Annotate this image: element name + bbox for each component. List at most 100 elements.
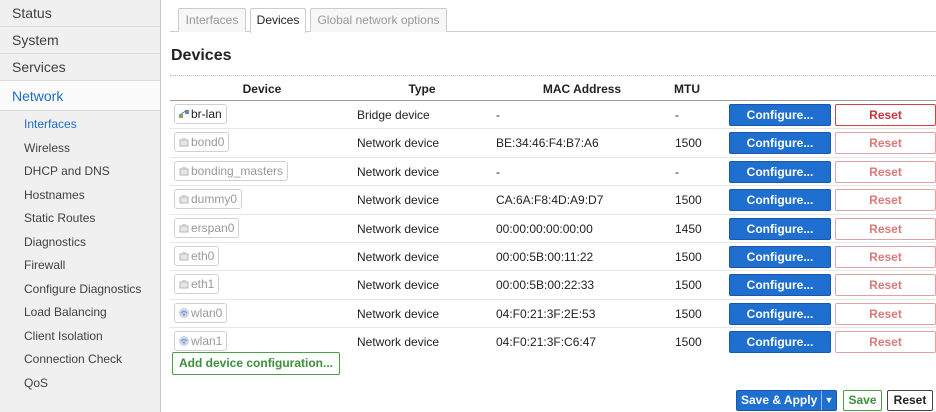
luci-app: Status System Services Network Interface…	[0, 0, 936, 412]
table-row: dummy0 Network device CA:6A:F8:4D:A9:D7 150…	[170, 185, 936, 213]
sidebar-item-firewall[interactable]: Firewall	[0, 254, 160, 278]
device-name: eth0	[191, 249, 215, 263]
table-row: br-lan Bridge device - - Configure... Reset	[170, 100, 936, 128]
device-badge: wlan0	[174, 302, 228, 323]
reset-device-button[interactable]: Reset	[835, 302, 936, 325]
device-badge: eth1	[174, 274, 220, 295]
table-row: bonding_masters Network device - - Configure…	[170, 156, 936, 185]
device-type: Network device	[357, 278, 440, 293]
save-and-apply-button[interactable]: Save & Apply ▼	[736, 390, 837, 411]
configure-button[interactable]: Configure...	[729, 331, 831, 354]
device-badge: bonding_masters	[174, 160, 289, 181]
sidebar-item-wireless[interactable]: Wireless	[0, 137, 160, 161]
sidebar-item-network[interactable]: Network	[0, 81, 160, 111]
reset-device-button[interactable]: Reset	[835, 104, 936, 126]
tab-interfaces[interactable]: Interfaces	[178, 8, 246, 32]
main-content: Interfaces Devices Global network option…	[162, 0, 936, 412]
device-mtu: 1500	[675, 278, 702, 293]
device-badge: br-lan	[174, 104, 227, 124]
device-mac: 00:00:5B:00:22:33	[496, 278, 595, 293]
tab-global-network-options[interactable]: Global network options	[310, 8, 447, 32]
bridge-icon	[178, 107, 190, 119]
device-name: wlan0	[191, 305, 223, 320]
tab-devices[interactable]: Devices	[250, 8, 306, 33]
ethernet-port-icon	[178, 164, 190, 176]
device-badge: dummy0	[174, 189, 243, 210]
table-row: eth0 Network device 00:00:5B:00:11:22 1500 C…	[170, 242, 936, 270]
device-mtu: 1500	[675, 193, 702, 208]
device-name: br-lan	[191, 107, 222, 121]
configure-button[interactable]: Configure...	[729, 160, 831, 183]
wifi-icon	[178, 306, 190, 318]
chevron-down-icon[interactable]: ▼	[821, 391, 836, 410]
table-row: eth1 Network device 00:00:5B:00:22:33 1500 C…	[170, 270, 936, 298]
device-badge: erspan0	[174, 217, 240, 238]
sidebar-item-configure-diagnostics[interactable]: Configure Diagnostics	[0, 278, 160, 302]
column-header-type: Type	[408, 82, 436, 96]
title-divider	[170, 75, 936, 76]
reset-device-button[interactable]: Reset	[835, 132, 936, 155]
sidebar-item-client-isolation[interactable]: Client Isolation	[0, 325, 160, 349]
configure-button[interactable]: Configure...	[729, 132, 831, 155]
reset-button[interactable]: Reset	[887, 390, 933, 411]
device-name: bond0	[191, 135, 225, 150]
table-row: bond0 Network device BE:34:46:F4:B7:A6 1500…	[170, 128, 936, 156]
reset-device-button[interactable]: Reset	[835, 217, 936, 240]
device-name: wlan1	[191, 334, 223, 349]
sidebar-item-interfaces[interactable]: Interfaces	[0, 113, 160, 137]
ethernet-port-icon	[178, 221, 190, 233]
sidebar: Status System Services Network Interface…	[0, 0, 161, 412]
sidebar-item-qos[interactable]: QoS	[0, 372, 160, 396]
save-button[interactable]: Save	[843, 390, 882, 411]
sidebar-item-dhcp-and-dns[interactable]: DHCP and DNS	[0, 160, 160, 184]
device-mac: 00:00:00:00:00:00	[496, 221, 593, 236]
configure-button[interactable]: Configure...	[729, 189, 831, 212]
save-and-apply-label: Save & Apply	[741, 393, 818, 407]
device-mtu: 1500	[675, 335, 702, 350]
section-title: Devices	[171, 47, 232, 64]
column-header-device: Device	[242, 82, 282, 96]
sidebar-item-load-balancing[interactable]: Load Balancing	[0, 301, 160, 325]
device-mac: 04:F0:21:3F:C6:47	[496, 335, 597, 350]
device-badge: bond0	[174, 132, 230, 153]
device-badge: wlan1	[174, 331, 228, 352]
ethernet-port-icon	[178, 249, 190, 261]
add-device-configuration-button[interactable]: Add device configuration...	[172, 352, 341, 375]
table-row: wlan0 Network device 04:F0:21:3F:2E:53 1500…	[170, 298, 936, 327]
device-type: Network device	[357, 164, 440, 179]
reset-device-button[interactable]: Reset	[835, 274, 936, 297]
sidebar-item-connection-check[interactable]: Connection Check	[0, 348, 160, 372]
device-mac: CA:6A:F8:4D:A9:D7	[496, 193, 604, 208]
sidebar-item-static-routes[interactable]: Static Routes	[0, 207, 160, 231]
device-type: Network device	[357, 136, 440, 151]
table-row: erspan0 Network device 00:00:00:00:00:00 14…	[170, 213, 936, 242]
sidebar-item-system[interactable]: System	[0, 27, 160, 54]
configure-button[interactable]: Configure...	[729, 217, 831, 240]
device-type: Network device	[357, 306, 440, 321]
reset-device-button[interactable]: Reset	[835, 246, 936, 268]
device-name: bonding_masters	[191, 163, 284, 178]
device-mtu: 1500	[675, 250, 702, 264]
device-mac: 04:F0:21:3F:2E:53	[496, 306, 596, 321]
configure-button[interactable]: Configure...	[729, 104, 831, 126]
column-header-mac: MAC Address	[542, 82, 622, 96]
reset-device-button[interactable]: Reset	[835, 160, 936, 183]
device-mac: 00:00:5B:00:11:22	[496, 250, 594, 264]
device-name: erspan0	[191, 220, 235, 235]
sidebar-item-status[interactable]: Status	[0, 0, 160, 27]
configure-button[interactable]: Configure...	[729, 274, 831, 297]
configure-button[interactable]: Configure...	[729, 246, 831, 268]
sidebar-item-services[interactable]: Services	[0, 54, 160, 81]
ethernet-port-icon	[178, 277, 190, 289]
sidebar-item-diagnostics[interactable]: Diagnostics	[0, 231, 160, 255]
device-type: Bridge device	[357, 108, 430, 122]
sidebar-item-hostnames[interactable]: Hostnames	[0, 184, 160, 208]
configure-button[interactable]: Configure...	[729, 302, 831, 325]
reset-device-button[interactable]: Reset	[835, 331, 936, 354]
reset-device-button[interactable]: Reset	[835, 189, 936, 212]
device-type: Network device	[357, 250, 440, 264]
device-badge: eth0	[174, 246, 220, 266]
device-mtu: -	[675, 164, 679, 179]
device-mtu: 1500	[675, 306, 702, 321]
device-mtu: 1500	[675, 136, 702, 151]
